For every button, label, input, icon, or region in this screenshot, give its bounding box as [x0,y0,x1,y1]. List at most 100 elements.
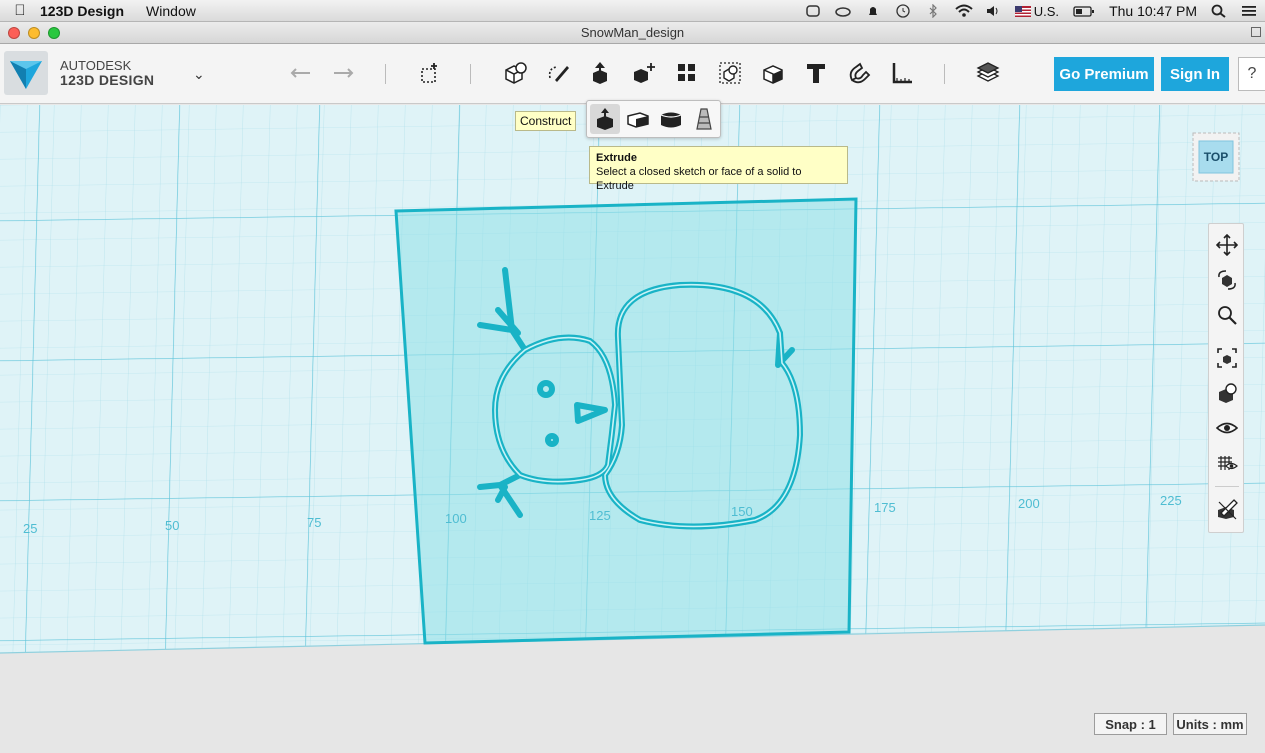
123d-logo-icon[interactable] [4,51,48,95]
combine-button[interactable] [756,56,790,90]
units-status[interactable]: Units : mm [1173,713,1247,735]
sign-in-button[interactable]: Sign In [1161,57,1229,91]
grid-material-button[interactable] [1214,450,1240,476]
undo-icon [290,68,310,78]
extrude-icon [597,108,613,130]
visibility-button[interactable] [1214,415,1240,441]
zoom-button[interactable] [1214,302,1240,328]
brand-line1: AUTODESK [60,58,132,73]
orbit-button[interactable] [1214,267,1240,293]
battery-icon[interactable] [1073,4,1095,18]
pan-icon [1216,234,1238,256]
help-button[interactable]: ? [1238,57,1265,91]
brand-text[interactable]: AUTODESK 123D DESIGN [60,58,154,88]
volume-icon[interactable] [985,4,1001,18]
sketch-button[interactable] [541,56,575,90]
window-title: SnowMan_design [580,25,685,40]
sketch-icon [548,66,569,82]
go-premium-button[interactable]: Go Premium [1054,57,1154,91]
spotlight-search-icon[interactable] [1211,4,1227,18]
material-button[interactable] [971,56,1005,90]
grid-label-100: 100 [445,511,467,526]
zoom-icon [1218,306,1237,325]
construct-button[interactable] [584,56,618,90]
notification-center-icon[interactable] [1241,4,1257,18]
app-menu-chevron-down-icon[interactable]: ⌄ [193,66,205,83]
grid-canvas[interactable]: 25 50 75 100 125 150 175 200 225 [0,105,1265,753]
sweep-button[interactable] [623,104,653,134]
3d-viewport[interactable]: 25 50 75 100 125 150 175 200 225 [0,105,1265,753]
us-flag-icon [1014,5,1031,17]
sketch-hide-button[interactable] [1214,496,1240,522]
grid-label-150: 150 [731,504,753,519]
pan-button[interactable] [1214,232,1240,258]
fullscreen-icon[interactable] [1251,27,1261,37]
modify-button[interactable] [627,56,661,90]
construct-tooltip: Construct [515,111,577,131]
view-cube-top-face[interactable]: TOP [1199,141,1233,173]
text-icon [807,64,825,83]
pattern-icon [678,64,695,81]
primitives-icon [505,62,527,84]
menubar-clock[interactable]: Thu 10:47 PM [1109,3,1197,19]
material-icon [976,62,1000,82]
navbar-divider [1215,486,1239,487]
apple-icon[interactable]:  [0,2,40,19]
transform-button[interactable] [413,56,447,90]
primitives-button[interactable] [498,56,532,90]
grid-label-25: 25 [23,521,37,536]
snap-status[interactable]: Snap : 1 [1094,713,1167,735]
redo-icon [334,68,354,78]
group-icon [719,62,741,84]
sweep-icon [627,112,649,128]
bluetooth-icon[interactable] [925,3,941,19]
toolbar-divider [944,64,945,84]
snap-icon [849,62,871,84]
text-button[interactable] [799,56,833,90]
wifi-icon[interactable] [955,4,973,18]
measure-button[interactable] [885,56,919,90]
window-titlebar: SnowMan_design [0,22,1265,44]
notification-bell-icon[interactable] [865,4,881,18]
status-bubble-icon[interactable] [805,4,821,18]
main-toolbar: AUTODESK 123D DESIGN ⌄ Go Premium Sign I… [0,44,1265,104]
macos-menubar:  123D Design Window U.S. Thu 10:47 PM [0,0,1265,22]
extrude-button[interactable] [590,104,620,134]
transform-icon [421,63,437,83]
grid-label-175: 175 [874,500,896,515]
grid-label-75: 75 [307,515,321,530]
construct-icon [593,62,607,84]
revolve-icon [660,112,682,128]
redo-button[interactable] [326,56,360,90]
grid-material-icon [1218,456,1238,470]
menubar-window-menu[interactable]: Window [146,3,196,19]
cloud-icon[interactable] [835,4,851,18]
menubar-app-name[interactable]: 123D Design [40,3,124,19]
extrude-tooltip: Extrude Select a closed sketch or face o… [589,146,848,192]
input-source[interactable]: U.S. [1014,3,1060,19]
grid-label-125: 125 [589,508,611,523]
extrude-tooltip-title: Extrude [596,152,637,164]
grid-label-50: 50 [165,518,179,533]
loft-button[interactable] [689,104,719,134]
revolve-button[interactable] [656,104,686,134]
loft-icon [696,108,712,130]
extrude-tooltip-description: Select a closed sketch or face of a soli… [596,166,802,192]
time-machine-icon[interactable] [895,4,911,18]
snap-button[interactable] [842,56,876,90]
sketch-plane[interactable] [394,197,858,645]
modify-icon [634,63,655,83]
group-button[interactable] [713,56,747,90]
combine-icon [763,65,783,84]
pattern-button[interactable] [670,56,704,90]
fit-button[interactable] [1214,345,1240,371]
menubar-status-area: U.S. Thu 10:47 PM [805,0,1257,22]
grid-label-200: 200 [1018,496,1040,511]
measure-icon [892,63,912,84]
construct-submenu [586,100,721,138]
input-source-label: U.S. [1033,3,1060,19]
grid-label-225: 225 [1160,493,1182,508]
undo-button[interactable] [284,56,318,90]
view-cube[interactable]: TOP [1191,131,1241,183]
view-mode-button[interactable] [1214,380,1240,406]
